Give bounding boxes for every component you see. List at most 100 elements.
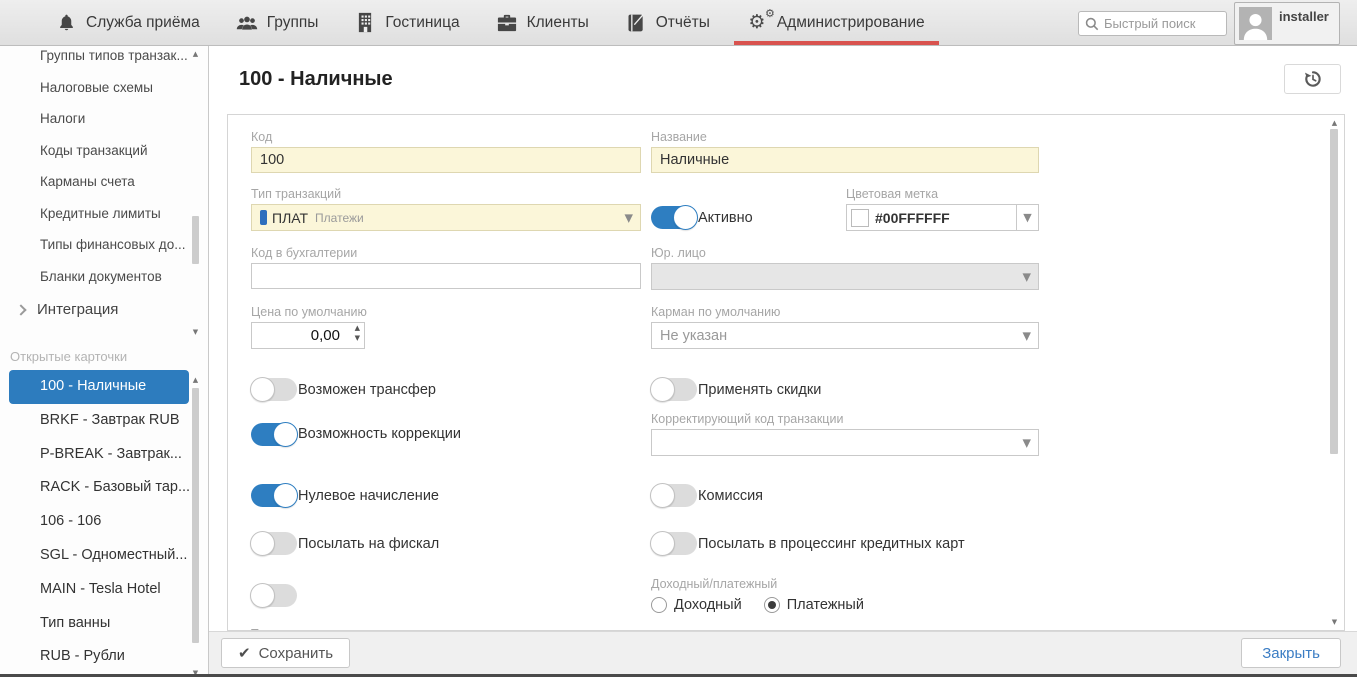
- color-dropdown-button[interactable]: ▼: [1016, 205, 1038, 230]
- code-field[interactable]: [251, 147, 641, 173]
- active-toggle[interactable]: [651, 206, 697, 229]
- main-nav: Служба приёма Группы Гостиница Клиенты О…: [55, 0, 961, 45]
- transfer-toggle-row[interactable]: Возможен трансфер: [251, 378, 641, 401]
- scroll-down-icon[interactable]: ▼: [1329, 618, 1340, 626]
- sidebar: Группы типов транзак... Налоговые схемы …: [0, 46, 209, 674]
- commission-toggle[interactable]: [651, 484, 697, 507]
- sidebar-item-financial-doc-types[interactable]: Типы финансовых до...: [0, 229, 208, 261]
- require-details-toggle-row[interactable]: [251, 584, 298, 607]
- chevron-down-icon: ▼: [1023, 270, 1031, 283]
- open-card-item[interactable]: RUB - Рубли: [0, 640, 208, 674]
- main-content: 100 - Наличные Код Название: [209, 46, 1357, 674]
- nav-label: Служба приёма: [86, 14, 200, 32]
- card-processing-toggle-row[interactable]: Посылать в процессинг кредитных карт: [651, 532, 1039, 555]
- active-label: Активно: [698, 210, 753, 226]
- open-card-item[interactable]: SGL - Одноместный...: [0, 539, 208, 573]
- zero-accrual-toggle-row[interactable]: Нулевое начисление: [251, 484, 641, 507]
- nav-label: Администрирование: [777, 14, 925, 32]
- scrollbar-thumb[interactable]: [192, 388, 199, 643]
- open-card-item[interactable]: Тип ванны: [0, 607, 208, 641]
- sidebar-item-transaction-type-groups[interactable]: Группы типов транзак...: [0, 46, 208, 72]
- card-processing-toggle[interactable]: [651, 532, 697, 555]
- transaction-type-label: Тип транзакций: [251, 187, 641, 201]
- open-card-item[interactable]: MAIN - Tesla Hotel: [0, 573, 208, 607]
- color-mark-field[interactable]: #00FFFFFF ▼: [846, 204, 1039, 231]
- open-card-item[interactable]: 100 - Наличные: [9, 370, 189, 404]
- user-menu[interactable]: installer: [1234, 2, 1340, 45]
- accounting-code-field[interactable]: [251, 263, 641, 289]
- open-card-item[interactable]: RACK - Базовый тар...: [0, 471, 208, 505]
- sidebar-item-document-forms[interactable]: Бланки документов: [0, 261, 208, 293]
- scroll-up-icon[interactable]: ▲: [191, 376, 200, 384]
- name-field[interactable]: [651, 147, 1039, 173]
- correction-toggle-row[interactable]: Возможность коррекции: [251, 423, 461, 446]
- radio-icon[interactable]: [764, 597, 780, 613]
- nav-administration[interactable]: ⚙⚙ Администрирование: [746, 0, 925, 45]
- user-name: installer: [1279, 9, 1329, 40]
- payment-type-label: Тип платежа: [251, 627, 641, 631]
- open-card-item[interactable]: BRKF - Завтрак RUB: [0, 404, 208, 438]
- commission-toggle-row[interactable]: Комиссия: [651, 484, 1039, 507]
- accounting-code-label: Код в бухгалтерии: [251, 246, 641, 260]
- sidebar-item-integration[interactable]: Интеграция: [0, 295, 208, 325]
- nav-label: Группы: [267, 14, 319, 32]
- nav-reports[interactable]: Отчёты: [625, 0, 710, 45]
- nav-hotel[interactable]: Гостиница: [354, 0, 459, 45]
- discounts-toggle-row[interactable]: Применять скидки: [651, 378, 1039, 401]
- close-button[interactable]: Закрыть: [1241, 638, 1341, 668]
- history-button[interactable]: [1284, 64, 1341, 94]
- scrollbar-thumb[interactable]: [1330, 129, 1338, 454]
- sidebar-item-account-pockets[interactable]: Карманы счета: [0, 166, 208, 198]
- open-cards-list: 100 - Наличные BRKF - Завтрак RUB P-BREA…: [0, 370, 208, 674]
- open-card-item[interactable]: 106 - 106: [0, 505, 208, 539]
- bell-icon: [55, 12, 77, 34]
- spinner-arrows[interactable]: ▲▼: [355, 325, 360, 342]
- correction-toggle[interactable]: [251, 423, 297, 446]
- type-color-pill: [260, 210, 267, 225]
- search-icon: [1085, 17, 1099, 31]
- menu-scrollbar[interactable]: ▲ ▼: [191, 50, 200, 336]
- search-input[interactable]: [1104, 16, 1220, 31]
- scroll-down-icon[interactable]: ▼: [191, 669, 200, 674]
- spin-down-icon: ▼: [355, 335, 360, 342]
- name-label: Название: [651, 130, 1039, 144]
- sidebar-item-taxes[interactable]: Налоги: [0, 103, 208, 135]
- nav-reception[interactable]: Служба приёма: [55, 0, 200, 45]
- open-card-item[interactable]: P-BREAK - Завтрак...: [0, 438, 208, 472]
- open-cards-title: Открытые карточки: [0, 340, 208, 370]
- sidebar-item-transaction-codes[interactable]: Коды транзакций: [0, 135, 208, 167]
- scroll-up-icon[interactable]: ▲: [1329, 119, 1340, 127]
- building-icon: [354, 12, 376, 34]
- zero-accrual-toggle[interactable]: [251, 484, 297, 507]
- nav-label: Гостиница: [385, 14, 459, 32]
- sidebar-item-credit-limits[interactable]: Кредитные лимиты: [0, 198, 208, 230]
- form-scrollbar[interactable]: ▲ ▼: [1329, 119, 1340, 626]
- checkmark-icon: ✔: [238, 644, 251, 662]
- cards-scrollbar[interactable]: ▲ ▼: [191, 376, 200, 674]
- form-footer: ✔ Сохранить Закрыть: [209, 631, 1357, 674]
- default-pocket-select[interactable]: Не указан ▼: [651, 322, 1039, 349]
- radio-payment[interactable]: Платежный: [764, 597, 864, 613]
- correction-code-select[interactable]: ▼: [651, 429, 1039, 456]
- sidebar-item-tax-schemes[interactable]: Налоговые схемы: [0, 72, 208, 104]
- scroll-up-icon[interactable]: ▲: [191, 50, 200, 58]
- discounts-toggle[interactable]: [651, 378, 697, 401]
- transfer-toggle[interactable]: [251, 378, 297, 401]
- fiscal-toggle[interactable]: [251, 532, 297, 555]
- scroll-down-icon[interactable]: ▼: [191, 328, 200, 336]
- default-price-input[interactable]: [251, 322, 365, 349]
- require-details-toggle[interactable]: [251, 584, 297, 607]
- radio-income[interactable]: Доходный: [651, 597, 742, 613]
- nav-clients[interactable]: Клиенты: [496, 0, 589, 45]
- scrollbar-thumb[interactable]: [192, 216, 199, 264]
- radio-icon[interactable]: [651, 597, 667, 613]
- quick-search[interactable]: [1078, 11, 1227, 36]
- transaction-type-select[interactable]: ПЛАТ Платежи ▼: [251, 204, 641, 231]
- legal-entity-select: ▼: [651, 263, 1039, 290]
- save-button[interactable]: ✔ Сохранить: [221, 638, 350, 668]
- chevron-down-icon: ▼: [1023, 329, 1031, 342]
- nav-groups[interactable]: Группы: [236, 0, 319, 45]
- active-toggle-row[interactable]: Активно: [651, 206, 753, 229]
- fiscal-toggle-row[interactable]: Посылать на фискал: [251, 532, 641, 555]
- default-price-field[interactable]: ▲▼: [251, 322, 365, 349]
